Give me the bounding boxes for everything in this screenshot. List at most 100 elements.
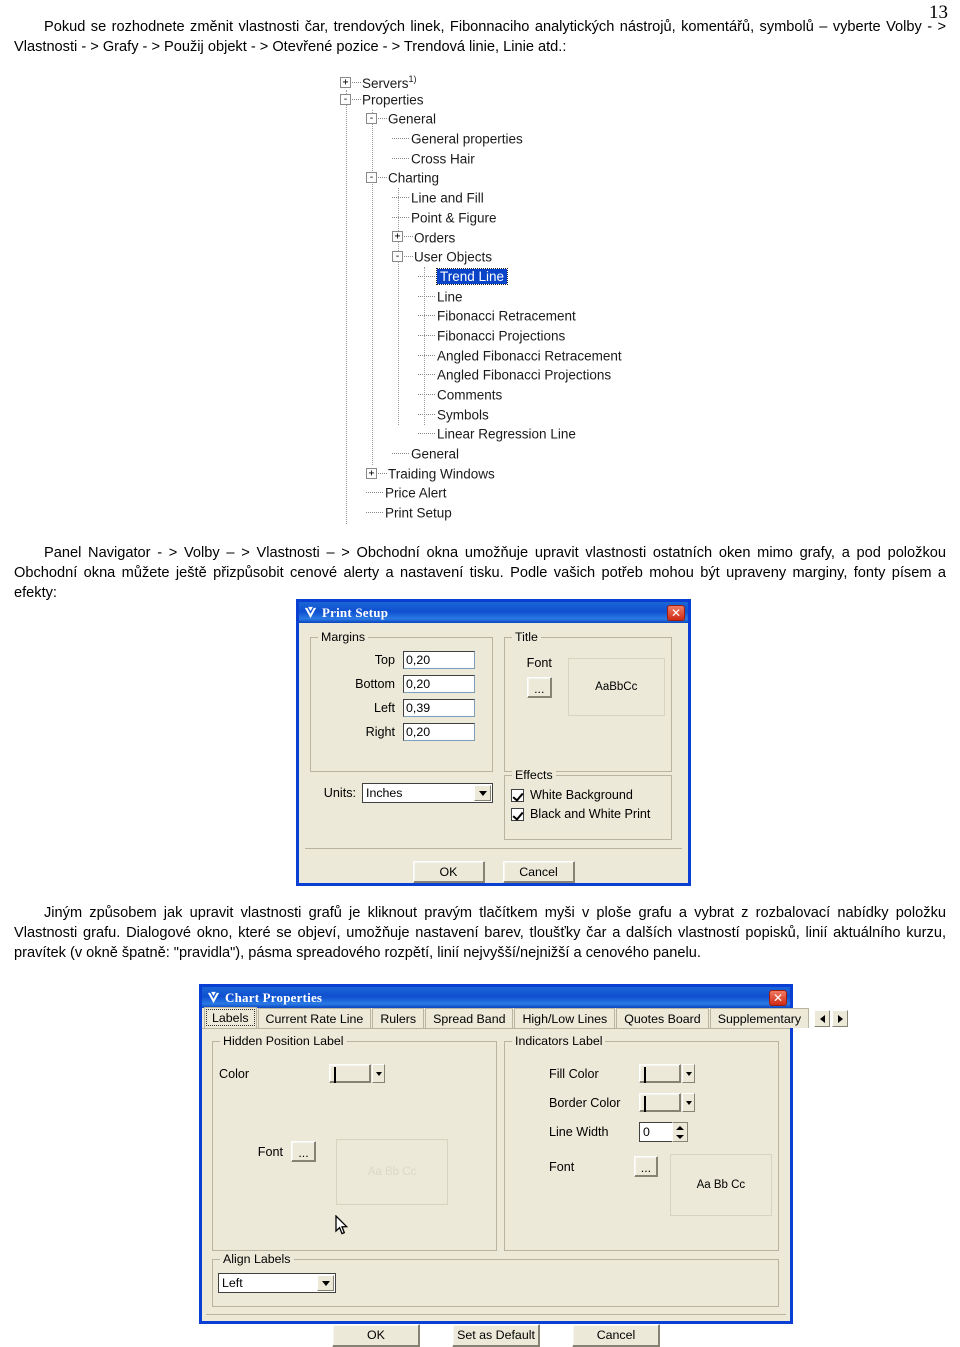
print-setup-dialog[interactable]: Print Setup ✕ Margins Top 0,20 Bottom 0,20 L… — [297, 600, 690, 885]
close-icon[interactable]: ✕ — [769, 989, 787, 1006]
title-legend: Title — [512, 630, 541, 644]
chart-properties-dialog[interactable]: Chart Properties ✕ Labels Current Rate Li… — [200, 985, 849, 1347]
margin-label: Left — [373, 701, 395, 715]
tree-node-user-objects[interactable]: - User Objects — [340, 247, 670, 267]
close-icon[interactable]: ✕ — [667, 604, 685, 621]
effect-checkbox-row[interactable]: White Background — [511, 788, 665, 802]
tab-labels[interactable]: Labels — [204, 1007, 257, 1028]
tab-rulers[interactable]: Rulers — [372, 1008, 425, 1028]
print-setup-ok-button[interactable]: OK — [412, 861, 485, 883]
effects-group: Effects White Background Black and White … — [504, 768, 672, 840]
title-font-preview: AaBbCc — [567, 658, 665, 716]
tree-node-print-setup[interactable]: Print Setup — [340, 503, 670, 523]
tab-current-rate-line[interactable]: Current Rate Line — [257, 1008, 372, 1028]
margin-field-bottom: Bottom 0,20 — [317, 675, 486, 693]
tree-node-label: Angled Fibonacci Projections — [437, 367, 612, 383]
expand-icon[interactable]: + — [340, 77, 351, 89]
tree-branch-line — [392, 216, 409, 218]
effect-label: White Background — [530, 788, 633, 802]
line-width-stepper[interactable]: 0 — [639, 1122, 688, 1142]
tree-node-symbols[interactable]: Symbols — [340, 405, 670, 425]
align-labels-select[interactable]: Left — [218, 1273, 336, 1293]
chevron-down-icon[interactable] — [372, 1064, 385, 1083]
title-font-button[interactable]: ... — [526, 677, 552, 698]
fill-color-picker[interactable] — [639, 1064, 695, 1083]
tree-node-orders[interactable]: + Orders — [340, 228, 670, 248]
margin-field-top: Top 0,20 — [317, 651, 486, 669]
checkbox-icon[interactable] — [511, 788, 524, 802]
tree-node-label: Price Alert — [385, 486, 447, 502]
margin-input[interactable]: 0,39 — [403, 699, 475, 717]
border-color-picker[interactable] — [639, 1093, 695, 1112]
tree-node-fibonacci-retracement[interactable]: Fibonacci Retracement — [340, 306, 670, 326]
chart-properties-tabstrip[interactable]: Labels Current Rate Line Rulers Spread Band… — [202, 1007, 849, 1029]
tree-node-price-alert[interactable]: Price Alert — [340, 483, 670, 503]
line-width-value[interactable]: 0 — [639, 1122, 672, 1142]
tree-node-label: Line and Fill — [411, 190, 484, 206]
chart-properties-title: Chart Properties — [225, 989, 323, 1005]
checkbox-icon[interactable] — [511, 807, 524, 821]
expand-icon[interactable]: + — [392, 231, 403, 243]
hidden-font-button[interactable]: ... — [291, 1141, 316, 1162]
indicators-font-preview: Aa Bb Cc — [669, 1154, 772, 1216]
chart-ok-button[interactable]: OK — [332, 1324, 420, 1347]
print-setup-cancel-button[interactable]: Cancel — [502, 861, 575, 883]
tree-node-charting[interactable]: - Charting — [340, 168, 670, 188]
margins-legend: Margins — [318, 630, 369, 644]
tree-node-fibonacci-projections[interactable]: Fibonacci Projections — [340, 326, 670, 346]
chart-properties-titlebar[interactable]: Chart Properties ✕ — [202, 987, 790, 1008]
tree-node-label: Orders — [414, 230, 456, 246]
tree-node-angled-fibonacci-projections[interactable]: Angled Fibonacci Projections — [340, 365, 670, 385]
effect-checkbox-row[interactable]: Black and White Print — [511, 807, 665, 821]
tree-node-comments[interactable]: Comments — [340, 385, 670, 405]
tab-spread-band[interactable]: Spread Band — [425, 1008, 514, 1028]
tab-high-low-lines[interactable]: High/Low Lines — [514, 1008, 616, 1028]
margin-input[interactable]: 0,20 — [403, 675, 475, 693]
hidden-color-picker[interactable] — [329, 1064, 385, 1083]
tree-branch-line — [378, 177, 387, 179]
collapse-icon[interactable]: - — [366, 172, 377, 184]
tree-node-servers[interactable]: + Servers1) — [340, 70, 670, 91]
tree-node-general[interactable]: - General — [340, 109, 670, 129]
tree-node-general-properties[interactable]: General properties — [340, 129, 670, 149]
tree-branch-line — [392, 453, 409, 454]
tree-node-point-figure[interactable]: Point & Figure — [340, 208, 670, 228]
tree-node-cross-hair[interactable]: Cross Hair — [340, 149, 670, 169]
collapse-icon[interactable]: - — [392, 251, 403, 263]
collapse-icon[interactable]: - — [366, 113, 377, 125]
margin-input[interactable]: 0,20 — [403, 723, 475, 741]
properties-tree[interactable]: + Servers1) - Properties - General General pro… — [340, 70, 670, 524]
tree-branch-line — [392, 138, 409, 139]
tree-node-linear-regression-line[interactable]: Linear Regression Line — [340, 424, 670, 444]
chevron-down-icon[interactable] — [317, 1275, 334, 1291]
tab-scroll-left-icon[interactable] — [814, 1010, 831, 1027]
collapse-icon[interactable]: - — [340, 93, 351, 105]
tree-node-line-and-fill[interactable]: Line and Fill — [340, 188, 670, 208]
chevron-down-icon[interactable] — [682, 1093, 695, 1112]
tree-node-label: Point & Figure — [411, 210, 497, 226]
chevron-down-icon[interactable] — [682, 1064, 695, 1083]
tree-node-general[interactable]: General — [340, 444, 670, 464]
tree-node-properties[interactable]: - Properties — [340, 90, 670, 110]
chart-cancel-button[interactable]: Cancel — [572, 1324, 660, 1347]
tree-node-trend-line[interactable]: Trend Line — [340, 267, 670, 287]
stepper-up-icon[interactable] — [673, 1123, 687, 1132]
tab-scroll-right-icon[interactable] — [832, 1010, 849, 1027]
tab-quotes-board[interactable]: Quotes Board — [616, 1008, 709, 1028]
tab-scroll-buttons[interactable] — [812, 1009, 849, 1028]
chart-set-default-button[interactable]: Set as Default — [452, 1324, 540, 1347]
margin-input[interactable]: 0,20 — [403, 651, 475, 669]
print-setup-titlebar[interactable]: Print Setup ✕ — [299, 602, 688, 623]
units-select[interactable]: Inches — [362, 783, 493, 803]
stepper-down-icon[interactable] — [673, 1132, 687, 1141]
chevron-down-icon[interactable] — [474, 785, 491, 801]
align-labels-legend: Align Labels — [220, 1252, 294, 1266]
tab-supplementary[interactable]: Supplementary — [709, 1008, 810, 1028]
tree-node-label: Comments — [437, 387, 503, 403]
tree-branch-line — [404, 236, 413, 238]
indicators-font-button[interactable]: ... — [634, 1156, 658, 1177]
tree-node-angled-fibonacci-retracement[interactable]: Angled Fibonacci Retracement — [340, 346, 670, 366]
tree-node-line[interactable]: Line — [340, 287, 670, 307]
tree-node-traiding-windows[interactable]: + Traiding Windows — [340, 464, 670, 484]
expand-icon[interactable]: + — [366, 467, 377, 479]
